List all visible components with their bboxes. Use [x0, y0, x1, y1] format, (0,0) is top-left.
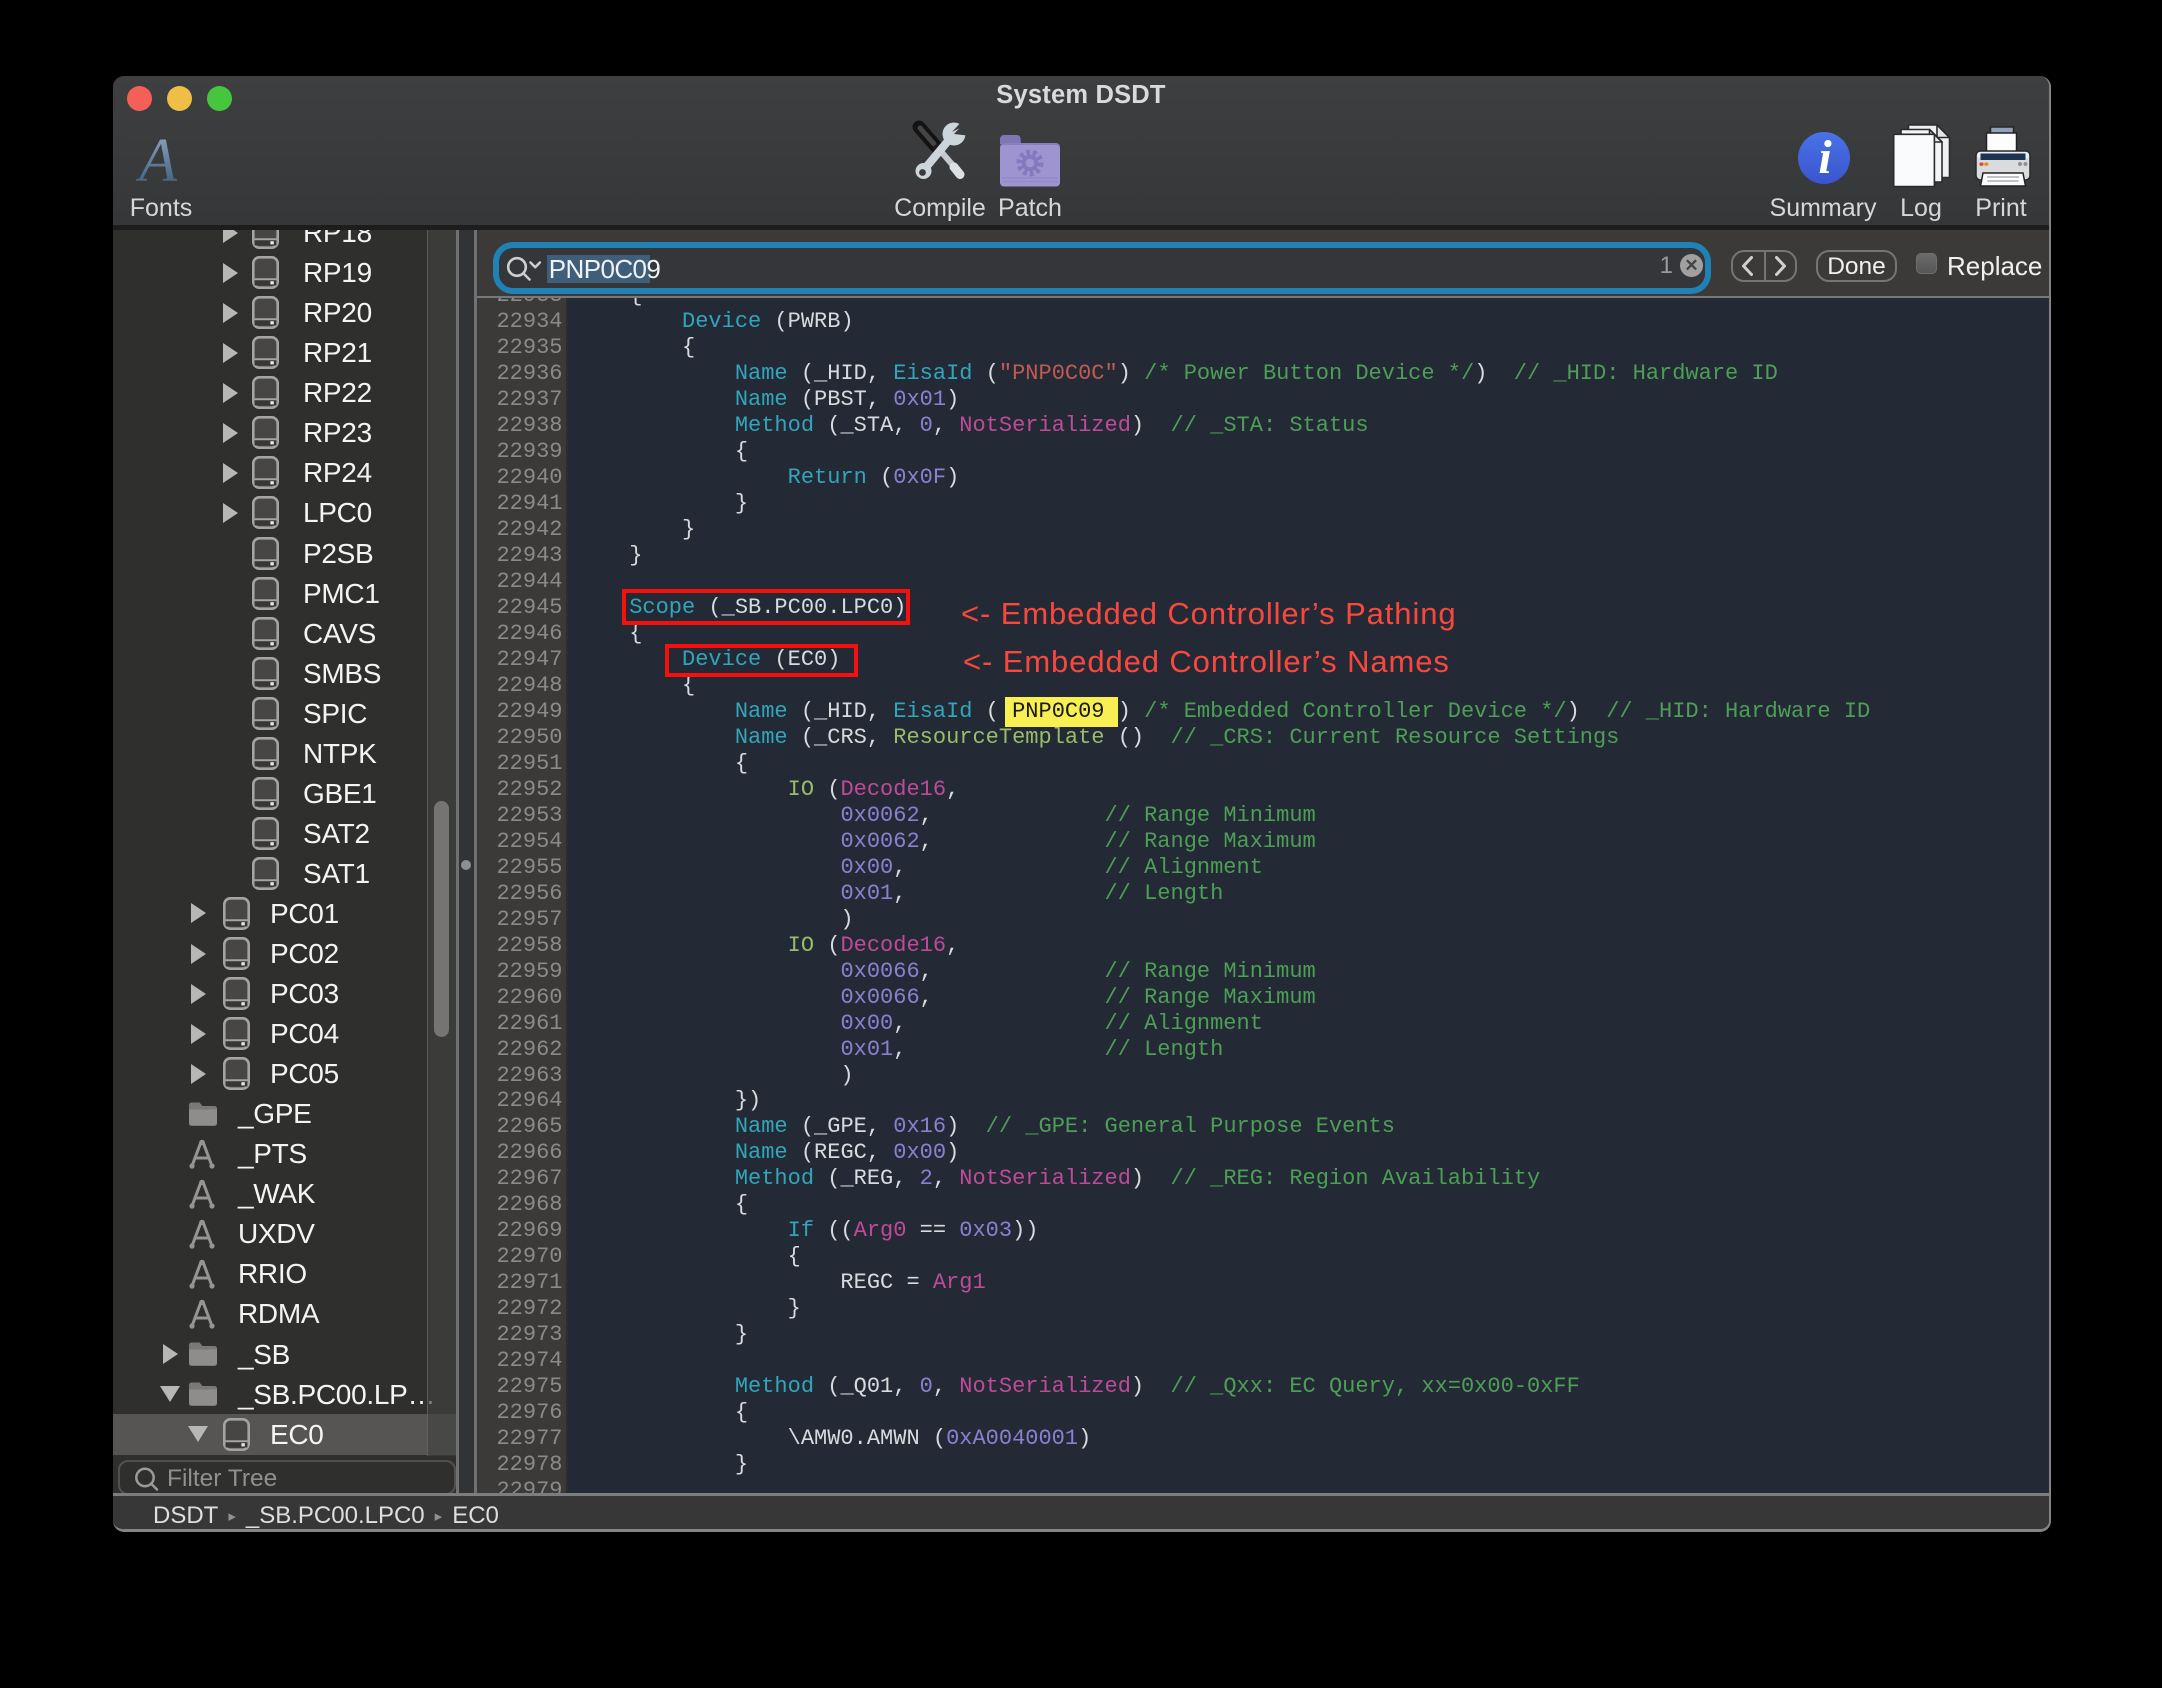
svg-text:i: i — [1818, 131, 1832, 184]
